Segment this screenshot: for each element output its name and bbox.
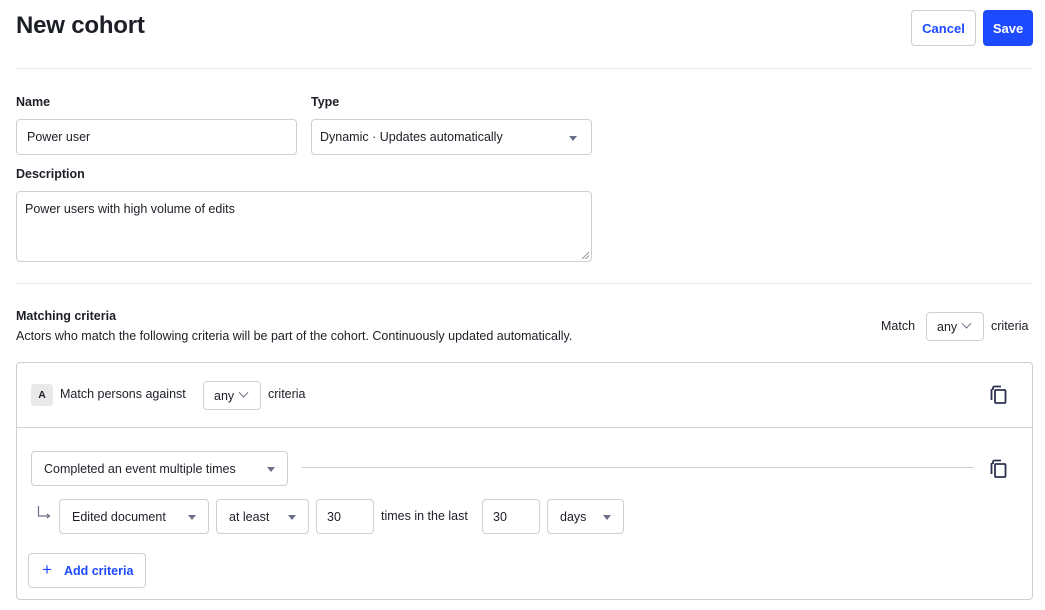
chevron-down-icon xyxy=(961,318,972,329)
match-any-value: any xyxy=(937,319,958,334)
chevron-down-icon xyxy=(238,387,249,398)
period-value-input[interactable]: 30 xyxy=(482,499,540,534)
cancel-button[interactable]: Cancel xyxy=(911,10,976,46)
caret-down-icon xyxy=(188,514,196,520)
match-suffix: criteria xyxy=(991,319,1029,333)
group-match-value: any xyxy=(214,388,235,403)
event-select[interactable]: Edited document xyxy=(59,499,209,534)
event-value: Edited document xyxy=(72,509,166,524)
operator-value: at least xyxy=(229,509,270,524)
resize-handle[interactable] xyxy=(582,252,589,259)
caret-down-icon xyxy=(603,514,611,520)
behavior-select[interactable]: Completed an event multiple times xyxy=(31,451,288,486)
caret-down-icon xyxy=(267,466,275,472)
name-label: Name xyxy=(16,95,51,109)
name-input[interactable]: Power user xyxy=(16,119,297,155)
group-suffix: criteria xyxy=(268,387,306,401)
type-select[interactable]: Dynamic · Updates automatically xyxy=(311,119,592,155)
description-value: Power users with high volume of edits xyxy=(25,202,235,216)
caret-down-icon xyxy=(288,514,296,520)
group-match-select[interactable]: any xyxy=(203,381,261,410)
page-title: New cohort xyxy=(16,12,145,39)
copy-icon[interactable] xyxy=(990,459,1008,479)
description-label: Description xyxy=(16,167,85,181)
header-divider xyxy=(16,68,1033,69)
match-any-select[interactable]: any xyxy=(926,312,984,341)
group-prefix: Match persons against xyxy=(60,387,186,401)
section-divider xyxy=(16,283,1033,284)
name-value: Power user xyxy=(27,130,91,144)
add-criteria-label: Add criteria xyxy=(63,563,134,578)
type-value: Dynamic · Updates automatically xyxy=(320,130,503,144)
description-textarea[interactable]: Power users with high volume of edits xyxy=(16,191,592,262)
period-value: 30 xyxy=(493,509,507,524)
times-in-last-text: times in the last xyxy=(381,509,468,523)
count-input[interactable]: 30 xyxy=(316,499,374,534)
count-value: 30 xyxy=(327,509,341,524)
matching-criteria-description: Actors who match the following criteria … xyxy=(16,329,573,343)
copy-icon[interactable] xyxy=(990,385,1008,405)
match-prefix: Match xyxy=(881,319,916,333)
criteria-separator-line xyxy=(302,467,974,468)
behavior-value: Completed an event multiple times xyxy=(44,461,236,476)
operator-select[interactable]: at least xyxy=(216,499,309,534)
plus-icon: + xyxy=(42,560,52,579)
period-unit-select[interactable]: days xyxy=(547,499,624,534)
add-criteria-button[interactable]: + Add criteria xyxy=(28,553,146,588)
save-button[interactable]: Save xyxy=(983,10,1033,46)
period-unit-value: days xyxy=(560,509,587,524)
branch-arrow-icon xyxy=(37,506,51,519)
matching-criteria-title: Matching criteria xyxy=(16,309,117,323)
caret-down-icon xyxy=(569,136,577,141)
type-label: Type xyxy=(311,95,340,109)
group-badge: A xyxy=(31,384,53,406)
group-header-divider xyxy=(16,427,1033,428)
